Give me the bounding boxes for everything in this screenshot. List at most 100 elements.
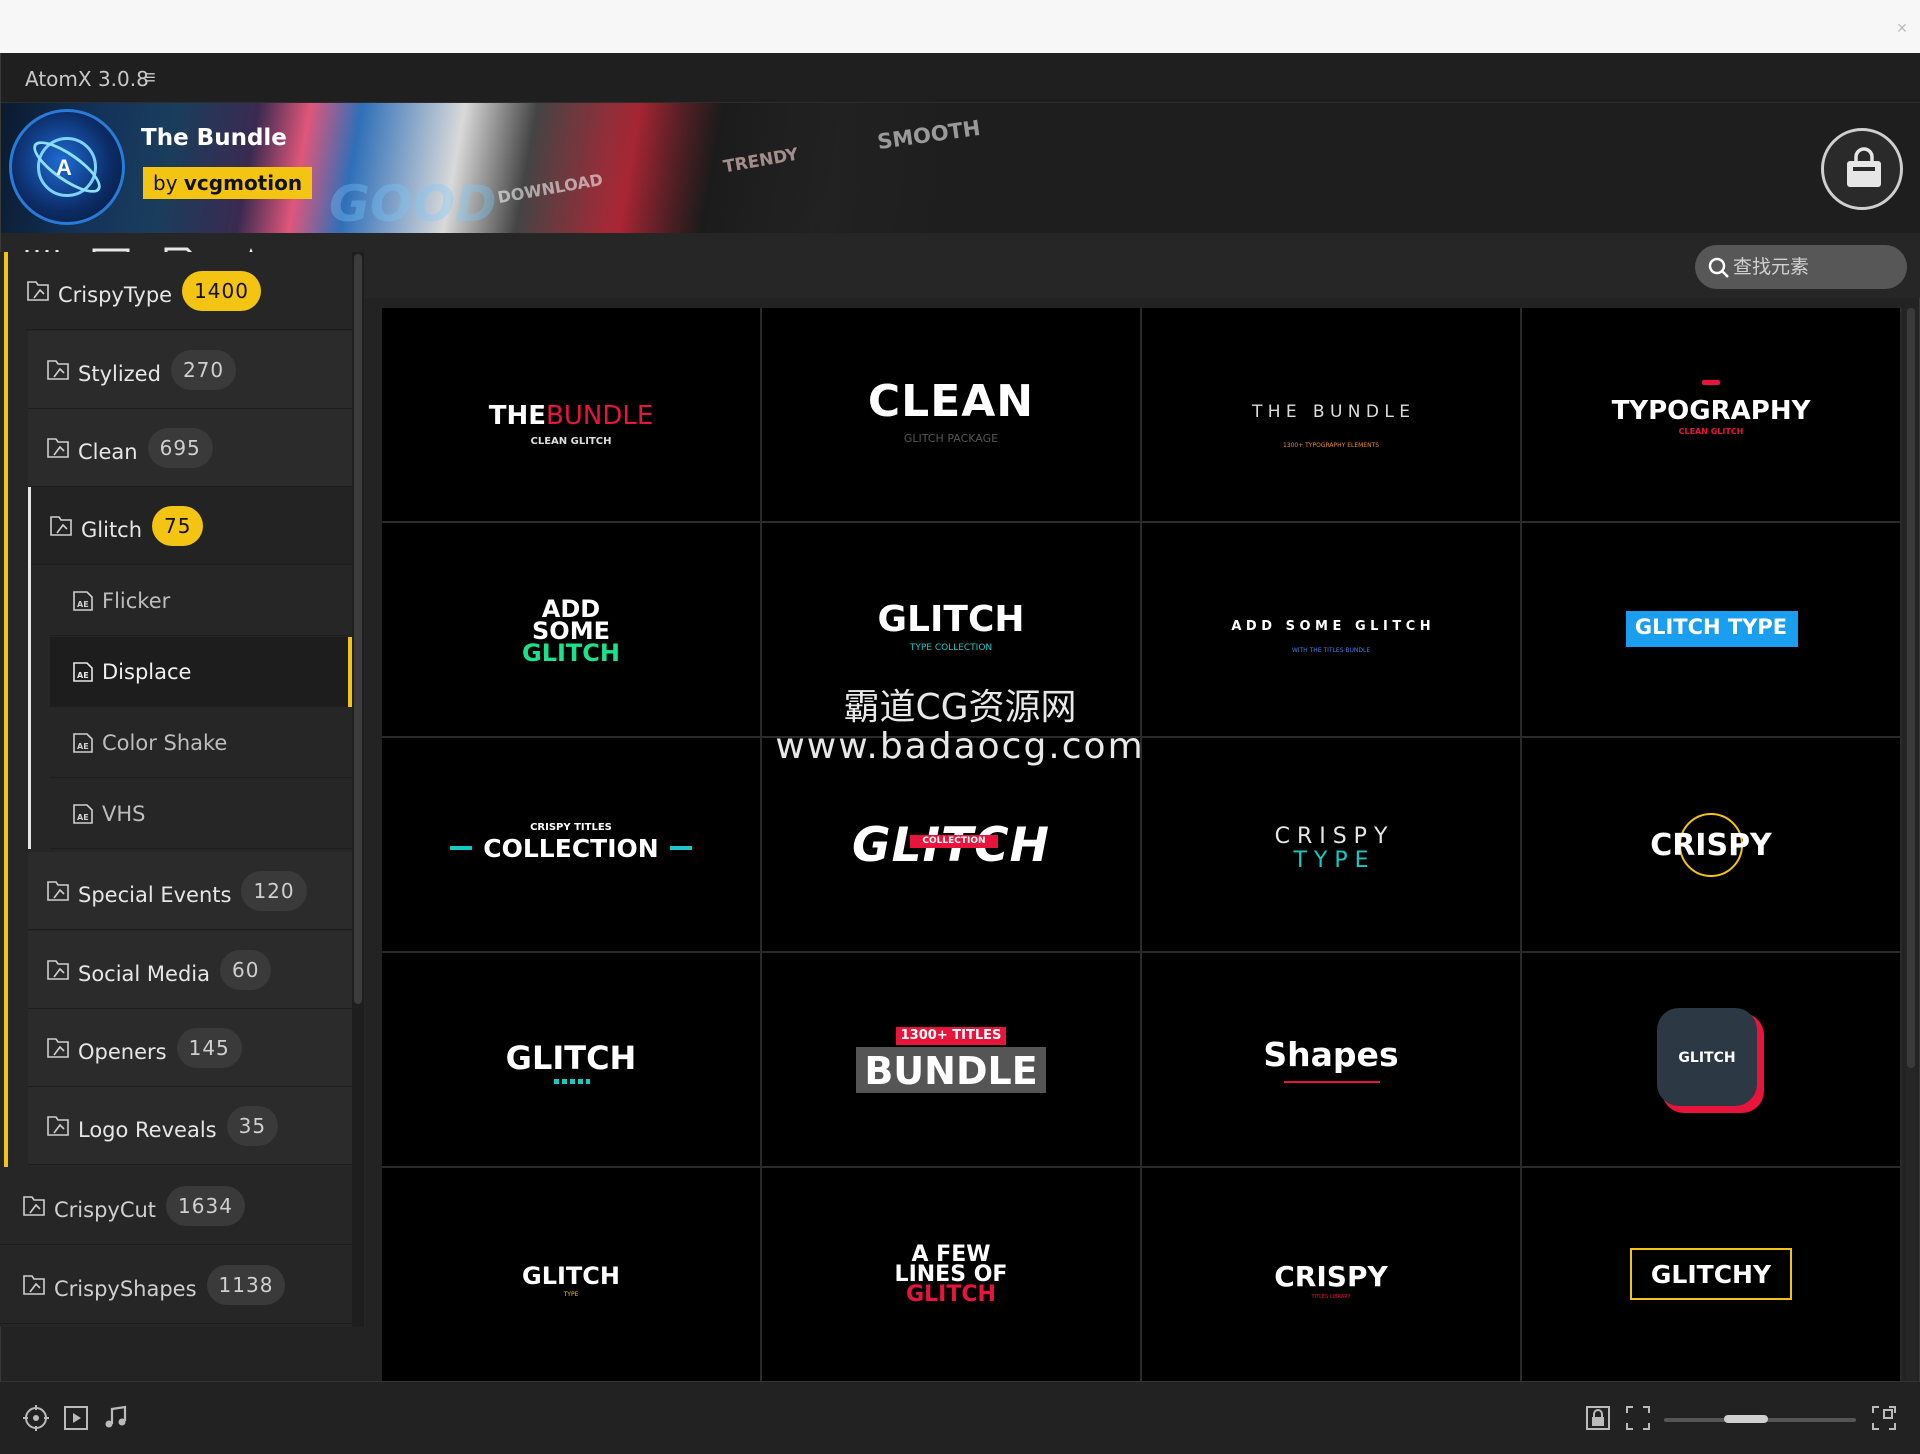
sidebar-item-label: Social Media — [78, 961, 211, 986]
preview-tile[interactable]: GLITCH TYPE — [382, 1168, 760, 1381]
preview-tile[interactable]: GLITCH COLLECTION — [762, 738, 1140, 951]
folder-icon — [50, 515, 72, 536]
sidebar-item-clean[interactable]: Clean 695 — [28, 409, 352, 487]
sidebar-item-label: CrispyType — [58, 282, 173, 307]
sidebar-item-label: CrispyShapes — [54, 1276, 197, 1301]
tile-subtitle: 1300+ TYPOGRAPHY ELEMENTS — [1282, 442, 1380, 449]
tile-title: A D D S O M E G L I T C H — [1231, 619, 1431, 634]
tile-title: T H E B U N D L E — [1251, 402, 1411, 422]
lock-icon[interactable] — [1584, 1404, 1612, 1432]
tile-subtitle: WITH THE TITLES BUNDLE — [1291, 647, 1371, 654]
ae-file-icon: AE — [73, 803, 93, 824]
count-badge: 35 — [226, 1105, 279, 1146]
tile-title: CRISPY — [1274, 1260, 1388, 1293]
tile-subtitle: TYPE COLLECTION — [909, 643, 993, 653]
count-badge: 1400 — [182, 270, 261, 311]
tile-title: GLITCH — [505, 1039, 637, 1077]
sidebar-item-special-events[interactable]: Special Events 120 — [28, 852, 352, 930]
sidebar-item-label: Logo Reveals — [78, 1117, 217, 1142]
tile-title-line: T Y P E — [1293, 848, 1369, 873]
bundle-title: The Bundle — [141, 125, 287, 151]
sidebar-item-flicker[interactable]: AE Flicker — [50, 566, 352, 636]
preview-tile[interactable]: CRISPY TITLES LIBRARY — [1142, 1168, 1520, 1381]
shopping-bag-icon — [1847, 147, 1881, 187]
preview-tile[interactable]: TYPOGRAPHY CLEAN GLITCH — [1522, 308, 1900, 521]
sidebar-item-vhs[interactable]: AE VHS — [50, 779, 352, 849]
sidebar-item-label: Openers — [78, 1039, 167, 1064]
folder-icon — [47, 359, 69, 380]
window-top-strip: × — [0, 0, 1920, 53]
preview-tile[interactable]: T H E B U N D L E 1300+ TYPOGRAPHY ELEME… — [1142, 308, 1520, 521]
preview-tile[interactable]: C R I S P Y T Y P E — [1142, 738, 1520, 951]
sidebar-item-crispytype[interactable]: CrispyType 1400 — [26, 252, 352, 330]
tile-title-line: GLITCH — [906, 1282, 996, 1307]
sidebar-item-label: CrispyCut — [54, 1197, 157, 1222]
search-input[interactable] — [1733, 253, 1893, 281]
search-box[interactable] — [1695, 245, 1907, 289]
sidebar-item-stylized[interactable]: Stylized 270 — [28, 331, 352, 409]
tile-title: GLITCH TYPE — [1634, 615, 1788, 639]
author-prefix: by — [153, 171, 178, 195]
count-badge: 60 — [220, 949, 272, 990]
fit-icon[interactable] — [1624, 1404, 1652, 1432]
search-icon — [1708, 257, 1729, 278]
watermark-title: 霸道CG资源网 — [843, 687, 1077, 728]
preview-tile[interactable]: GLITCH — [1522, 953, 1900, 1166]
sidebar-item-logo-reveals[interactable]: Logo Reveals 35 — [28, 1087, 352, 1165]
hamburger-icon[interactable]: ≡ — [144, 67, 156, 90]
tile-overline: CRISPY TITLES — [530, 822, 612, 833]
tile-title: Shapes — [1263, 1035, 1399, 1074]
preview-tile[interactable]: 1300+ TITLES BUNDLE — [762, 953, 1140, 1166]
preview-tile[interactable]: THEBUNDLE CLEAN GLITCH — [382, 308, 760, 521]
sidebar-item-glitch[interactable]: Glitch 75 — [31, 487, 352, 565]
zoom-slider[interactable] — [1664, 1415, 1856, 1423]
tile-title: GLITCH — [522, 1262, 620, 1290]
count-badge: 145 — [176, 1027, 242, 1068]
tile-subtitle: TYPE — [563, 1291, 579, 1298]
shop-bag-button[interactable] — [1821, 128, 1903, 210]
tile-dots — [554, 1079, 590, 1084]
preview-tile[interactable]: Shapes — [1142, 953, 1520, 1166]
sidebar-item-openers[interactable]: Openers 145 — [28, 1009, 352, 1087]
preview-tile[interactable]: GLITCHY — [1522, 1168, 1900, 1381]
sidebar-item-social-media[interactable]: Social Media 60 — [28, 931, 352, 1009]
folder-icon — [47, 880, 69, 901]
preview-tile[interactable]: CLEAN GLITCH PACKAGE — [762, 308, 1140, 521]
banner-art-word: GOOD — [329, 175, 497, 233]
close-icon[interactable]: × — [1888, 14, 1916, 42]
bundle-author: by vcgmotion — [143, 167, 313, 199]
tile-subtitle: CLEAN GLITCH — [530, 436, 612, 447]
preview-tile[interactable]: A FEW LINES OF GLITCH — [762, 1168, 1140, 1381]
sidebar-item-crispycut[interactable]: CrispyCut 1634 — [0, 1167, 352, 1245]
count-badge: 75 — [152, 505, 204, 546]
preview-tile[interactable]: GLITCH — [382, 953, 760, 1166]
expand-icon[interactable] — [1870, 1404, 1898, 1432]
sidebar-item-crispyshapes[interactable]: CrispyShapes 1138 — [0, 1246, 352, 1324]
tile-title-line: GLITCH — [522, 639, 620, 667]
folder-icon — [23, 1195, 45, 1216]
sidebar-item-label: Clean — [78, 439, 138, 464]
folder-icon — [23, 1274, 45, 1295]
video-icon[interactable] — [62, 1404, 90, 1432]
count-badge: 270 — [170, 349, 237, 390]
preview-tile[interactable]: CRISPY TITLES COLLECTION — [382, 738, 760, 951]
tile-subtitle: CLEAN GLITCH — [1678, 427, 1744, 436]
folder-icon — [47, 437, 69, 458]
tile-tag: COLLECTION — [910, 835, 998, 848]
tile-title: GLITCH — [1678, 1050, 1736, 1066]
banner: DOWNLOAD TRENDY SMOOTH GOOD A The Bundle… — [1, 103, 1920, 233]
tile-title: TYPOGRAPHY — [1611, 396, 1811, 426]
tile-subtitle: TITLES LIBRARY — [1311, 1294, 1351, 1300]
atom-letter: A — [56, 155, 72, 180]
author-name: vcgmotion — [183, 171, 303, 195]
zoom-slider-knob[interactable] — [1724, 1415, 1768, 1423]
scroll-thumb[interactable] — [354, 254, 362, 1004]
music-icon[interactable] — [102, 1404, 130, 1432]
tile-title: CRISPY — [1650, 828, 1772, 863]
sidebar-scrollbar[interactable] — [352, 252, 364, 1327]
ae-file-icon: AE — [73, 590, 93, 611]
grid-scrollbar[interactable] — [1906, 308, 1916, 1383]
tile-title-part: THE — [488, 401, 546, 431]
target-icon[interactable] — [22, 1404, 50, 1432]
preview-tile[interactable]: CRISPY — [1522, 738, 1900, 951]
